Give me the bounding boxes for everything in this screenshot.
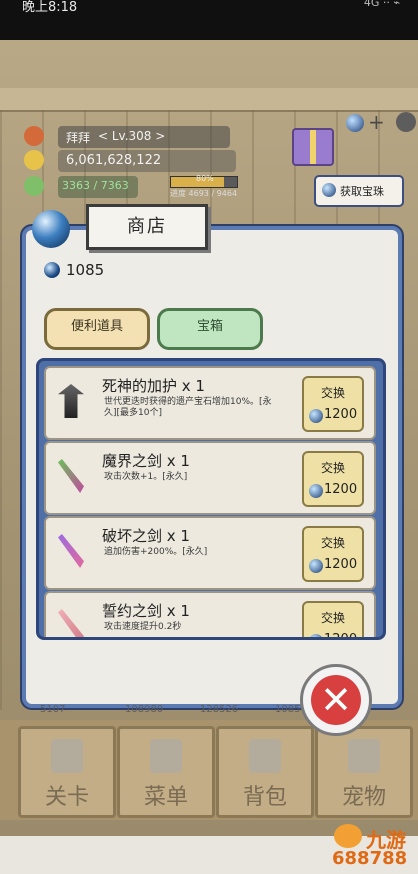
item-name: 誓约之剑 x 1 <box>102 602 190 620</box>
nav-label: 背包 <box>242 785 287 810</box>
nav-menu-button[interactable]: 菜单 <box>117 726 215 818</box>
gem-count: 1085 <box>66 261 105 279</box>
exchange-button[interactable]: 交换 1200 <box>302 601 364 640</box>
exchange-label: 交换 <box>320 386 345 400</box>
player-level: < Lv.308 > <box>98 129 166 143</box>
nav-pet-button[interactable]: 宠物 <box>315 726 413 818</box>
status-bar: 晚上8:18 4G ·· ⌁ <box>0 0 418 40</box>
panel-orb-icon <box>32 210 70 248</box>
nav-bag-button[interactable]: 背包 <box>216 726 314 818</box>
watermark: 九游 688788 <box>330 822 416 872</box>
stat-value: 5107 <box>40 704 66 715</box>
get-gems-label: 获取宝珠 <box>340 185 384 198</box>
close-button[interactable]: ✕ <box>300 664 372 736</box>
shop-item: 死神的加护 x 1 世代更迭时获得的遗产宝石增加10%。[永久][最多10个] … <box>44 366 376 440</box>
player-name-bar: 拜拜 < Lv.308 > <box>58 126 230 148</box>
item-price: 1200 <box>324 407 358 422</box>
shop-item: 魔界之剑 x 1 攻击次数+1。[永久] 交换 1200 <box>44 441 376 515</box>
shop-item: 破坏之剑 x 1 追加伤害+200%。[永久] 交换 1200 <box>44 516 376 590</box>
exchange-button[interactable]: 交换 1200 <box>302 376 364 432</box>
item-name: 破坏之剑 x 1 <box>102 527 190 545</box>
coin-icon <box>24 150 44 170</box>
shop-title: 商店 <box>127 216 167 237</box>
gear-icon[interactable] <box>396 112 416 132</box>
player-icon <box>24 126 44 146</box>
plus-icon[interactable]: + <box>368 110 385 134</box>
item-price: 1200 <box>324 557 358 572</box>
book-icon <box>150 739 182 773</box>
gem-orb-icon <box>346 114 364 132</box>
shop-title-plate: 商店 <box>86 204 208 250</box>
exchange-label: 交换 <box>320 461 345 475</box>
stamina-bar: 3363 / 7363 <box>58 176 138 198</box>
backpack-icon <box>249 739 281 773</box>
exchange-button[interactable]: 交换 1200 <box>302 451 364 507</box>
stat-value: 1085 <box>275 704 301 715</box>
progress-sub-label: 进度 4693 / 9464 <box>170 189 238 198</box>
oath-sword-icon <box>58 609 84 637</box>
nav-label: 宠物 <box>341 785 386 810</box>
exchange-label: 交换 <box>320 611 345 625</box>
shop-item: 誓约之剑 x 1 攻击速度提升0.2秒 交换 1200 <box>44 591 376 640</box>
gold-bar: 6,061,628,122 <box>58 150 236 172</box>
status-time: 晚上8:18 <box>22 0 78 15</box>
gem-icon <box>309 409 323 423</box>
tab-label: 宝箱 <box>196 319 223 334</box>
item-name: 死神的加护 x 1 <box>102 377 205 395</box>
close-icon: ✕ <box>311 675 361 725</box>
stat-value: 128526 <box>200 704 239 715</box>
reaper-statue-icon <box>58 384 84 418</box>
gift-box-icon[interactable] <box>292 128 334 166</box>
shop-item-list[interactable]: 死神的加护 x 1 世代更迭时获得的遗产宝石增加10%。[永久][最多10个] … <box>36 358 386 640</box>
item-description: 攻击次数+1。[永久] <box>104 472 188 482</box>
gem-icon <box>309 559 323 573</box>
gem-icon <box>309 634 323 637</box>
item-name: 魔界之剑 x 1 <box>102 452 190 470</box>
exchange-label: 交换 <box>320 536 345 550</box>
item-description: 世代更迭时获得的遗产宝石增加10%。[永久][最多10个] <box>104 397 272 418</box>
player-name: 拜拜 <box>66 131 91 145</box>
crossed-swords-icon <box>51 739 83 773</box>
demon-sword-icon <box>58 459 84 493</box>
gem-orb-icon <box>322 183 336 197</box>
watermark-logo-icon <box>334 824 362 848</box>
item-price: 1200 <box>324 482 358 497</box>
gem-icon <box>44 262 60 278</box>
item-description: 追加伤害+200%。[永久] <box>104 547 208 557</box>
watermark-number: 688788 <box>332 848 408 869</box>
pet-icon <box>348 739 380 773</box>
progress-label: 80% <box>196 174 214 183</box>
tab-treasure-chest[interactable]: 宝箱 <box>157 308 263 350</box>
nav-label: 菜单 <box>143 785 188 810</box>
item-price: 1200 <box>324 632 358 640</box>
gold-amount: 6,061,628,122 <box>66 153 162 168</box>
tab-label: 便利道具 <box>70 319 123 334</box>
destruction-sword-icon <box>58 534 84 568</box>
stat-value: 108980 <box>125 704 164 715</box>
stamina-value: 3363 / 7363 <box>62 179 129 192</box>
get-gems-button[interactable]: 获取宝珠 <box>314 175 404 207</box>
gem-icon <box>309 484 323 498</box>
tab-convenience-items[interactable]: 便利道具 <box>44 308 150 350</box>
status-signal: 4G ·· ⌁ <box>363 0 400 9</box>
exchange-button[interactable]: 交换 1200 <box>302 526 364 582</box>
bottom-nav: 关卡 菜单 背包 宠物 <box>0 720 418 820</box>
nav-stage-button[interactable]: 关卡 <box>18 726 116 818</box>
item-description: 攻击速度提升0.2秒 <box>104 622 182 632</box>
wall-band <box>0 88 418 112</box>
nav-label: 关卡 <box>44 785 89 810</box>
stamina-icon <box>24 176 44 196</box>
